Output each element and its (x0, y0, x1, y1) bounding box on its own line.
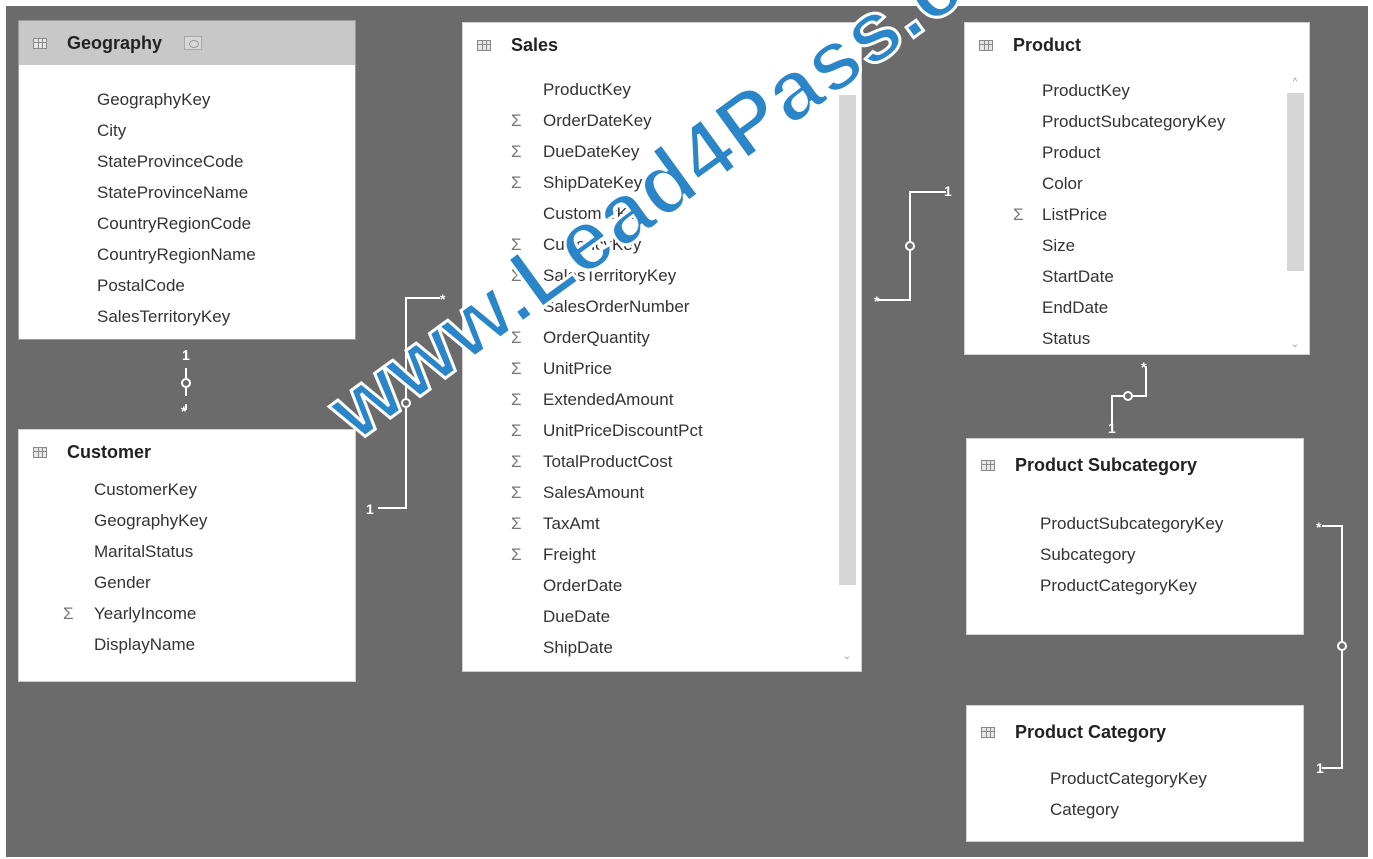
relationship-midpoint-icon[interactable] (181, 378, 191, 388)
cardinality-many-label: * (181, 403, 187, 419)
cardinality-one-label: 1 (182, 347, 190, 363)
relationship-midpoint-icon[interactable] (1337, 641, 1347, 651)
relationship-midpoint-icon[interactable] (1123, 391, 1133, 401)
cardinality-one-label: 1 (1316, 760, 1324, 776)
cardinality-many-label: * (1141, 359, 1147, 375)
cardinality-many-label: * (874, 293, 880, 309)
relationship-midpoint-icon[interactable] (905, 241, 915, 251)
cardinality-one-label: 1 (1108, 420, 1116, 436)
cardinality-one-label: 1 (944, 183, 952, 199)
cardinality-one-label: 1 (366, 501, 374, 517)
cardinality-many-label: * (1316, 519, 1322, 535)
